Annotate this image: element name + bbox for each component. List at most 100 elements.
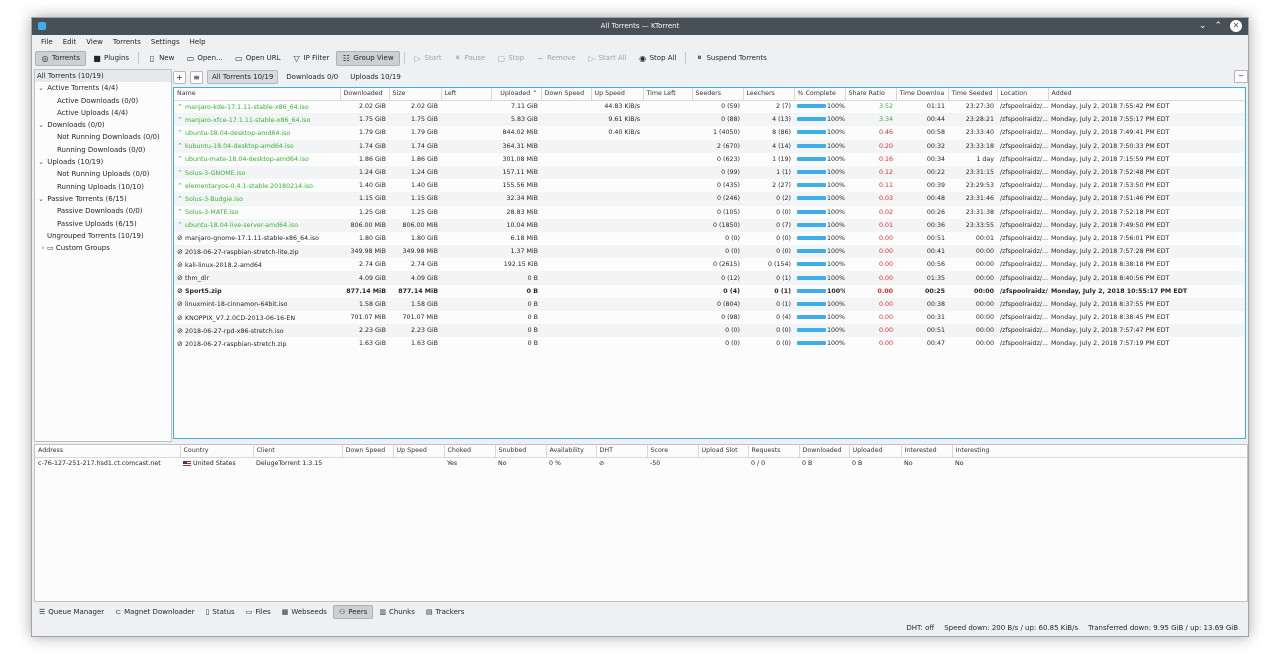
- peer-col-uploaded[interactable]: Uploaded: [849, 445, 902, 458]
- tab-files[interactable]: ▭ Files: [241, 606, 276, 618]
- group-active-torrents[interactable]: ⌄ Active Torrents (4/4): [35, 82, 171, 94]
- chevron-down-icon[interactable]: ⌄: [37, 82, 45, 94]
- group-running-downloads[interactable]: Running Downloads (0/0): [35, 144, 171, 156]
- group-active-downloads[interactable]: Active Downloads (0/0): [35, 95, 171, 107]
- peer-row[interactable]: c-76-127-251-217.hsd1.ct.comcast.net Uni…: [35, 457, 1247, 470]
- group-passive-uploads[interactable]: Passive Uploads (6/15): [35, 218, 171, 230]
- col-complete[interactable]: % Complete: [794, 88, 846, 101]
- col-share-ratio[interactable]: Share Ratio: [845, 88, 897, 101]
- torrent-row[interactable]: ⌃ manjaro-xfce-17.1.11-stable-x86_64.iso 1…: [174, 113, 1245, 127]
- minimize-icon[interactable]: ⌄: [1199, 20, 1207, 32]
- peer-col-upload-slot[interactable]: Upload Slot: [698, 445, 749, 458]
- col-added[interactable]: Added: [1048, 88, 1245, 101]
- peer-col-dht[interactable]: DHT: [596, 445, 648, 458]
- peer-col-address[interactable]: Address: [35, 445, 181, 458]
- group-running-uploads[interactable]: Running Uploads (10/10): [35, 181, 171, 193]
- group-ungrouped-torrents[interactable]: Ungrouped Torrents (10/19): [35, 230, 171, 242]
- torrent-row[interactable]: ⊘ KNOPPIX_V7.2.0CD-2013-06-16-EN 701.07 Mi…: [174, 311, 1245, 324]
- open-button[interactable]: ▭ Open...: [181, 52, 227, 65]
- chevron-down-icon[interactable]: ⌄: [37, 156, 45, 168]
- peer-col-requests[interactable]: Requests: [748, 445, 800, 458]
- tab-webseeds[interactable]: ▦ Webseeds: [277, 606, 332, 618]
- tab-chunks[interactable]: ▥ Chunks: [374, 606, 420, 618]
- group-not-running-downloads[interactable]: Not Running Downloads (0/0): [35, 131, 171, 143]
- tab-downloads[interactable]: Downloads 0/0: [282, 71, 342, 83]
- open-url-button[interactable]: ▭ Open URL: [230, 52, 286, 65]
- chevron-down-icon[interactable]: ⌄: [37, 119, 45, 131]
- tab-queue-manager[interactable]: ☰ Queue Manager: [34, 606, 109, 618]
- torrent-row[interactable]: ⌃ elementaryos-0.4.1-stable.20180214.iso 1…: [174, 179, 1245, 192]
- tab-all-torrents[interactable]: All Torrents 10/19: [207, 70, 279, 84]
- torrent-row[interactable]: ⌃ Solus-3-GNOME.iso 1.24 GiB 1.24 GiB 157.11…: [174, 165, 1245, 180]
- ip-filter-button[interactable]: ▽ IP Filter: [288, 52, 335, 65]
- torrent-row[interactable]: ⌃ ubuntu-18.04-desktop-amd64.iso 1.79 GiB 1…: [174, 126, 1245, 139]
- close-icon[interactable]: ✕: [1230, 20, 1242, 32]
- menu-settings[interactable]: Settings: [146, 38, 185, 46]
- col-uploaded[interactable]: Uploaded ⌃: [491, 88, 542, 101]
- remove-button[interactable]: − Remove: [531, 52, 580, 65]
- peer-col-up-speed[interactable]: Up Speed: [393, 445, 445, 458]
- torrent-row[interactable]: ⊘ kali-linux-2018.2-amd64 2.74 GiB 2.74 GiB…: [174, 258, 1245, 271]
- stop-all-button[interactable]: ◉ Stop All: [634, 52, 682, 65]
- tab-status[interactable]: ▯ Status: [201, 606, 240, 618]
- peer-col-country[interactable]: Country: [180, 445, 254, 458]
- torrent-row[interactable]: ⊘ 2018-06-27-rpd-x86-stretch.iso 2.23 GiB 2…: [174, 324, 1245, 338]
- group-uploads[interactable]: ⌄ Uploads (10/19): [35, 156, 171, 168]
- torrents-button[interactable]: ◎ Torrents: [35, 50, 86, 66]
- col-name[interactable]: Name: [174, 88, 341, 101]
- menu-view[interactable]: View: [81, 38, 108, 46]
- torrent-row[interactable]: ⌃ Solus-3-MATE.iso 1.25 GiB 1.25 GiB 28.83 M…: [174, 206, 1245, 219]
- col-seeders[interactable]: Seeders: [692, 88, 744, 101]
- menu-file[interactable]: File: [36, 38, 58, 46]
- torrent-row[interactable]: ⊘ 2018-06-27-raspbian-stretch.zip 1.63 GiB…: [174, 337, 1245, 350]
- peer-col-interested[interactable]: Interested: [901, 445, 953, 458]
- torrent-row[interactable]: ⌃ kubuntu-18.04-desktop-amd64.iso 1.74 GiB…: [174, 139, 1245, 153]
- tab-menu-button[interactable]: ≡: [190, 70, 203, 84]
- peer-col-snubbed[interactable]: Snubbed: [495, 445, 547, 458]
- peer-col-downloaded[interactable]: Downloaded: [799, 445, 850, 458]
- torrent-row[interactable]: ⌃ manjaro-kde-17.1.11-stable-x86_64.iso 2.…: [174, 100, 1245, 113]
- tab-peers[interactable]: ⚇ Peers: [332, 605, 374, 619]
- col-up-speed[interactable]: Up Speed: [591, 88, 644, 101]
- group-passive-torrents[interactable]: ⌄ Passive Torrents (6/15): [35, 193, 171, 205]
- close-tab-button[interactable]: −: [1234, 70, 1248, 83]
- title-bar[interactable]: All Torrents — KTorrent ⌄ ⌃ ✕: [32, 18, 1248, 35]
- maximize-icon[interactable]: ⌃: [1214, 20, 1222, 32]
- col-down-speed[interactable]: Down Speed: [541, 88, 592, 101]
- torrent-row[interactable]: ⊘ thm_dir 4.09 GiB 4.09 GiB 0 B0 (12) 0 (1) 10…: [174, 271, 1245, 285]
- torrent-row[interactable]: ⌃ ubuntu-18.04-live-server-amd64.iso 806.0…: [174, 218, 1245, 232]
- group-custom-groups[interactable]: › ▭ Custom Groups: [35, 242, 171, 254]
- group-not-running-uploads[interactable]: Not Running Uploads (0/0): [35, 168, 171, 180]
- peer-col-down-speed[interactable]: Down Speed: [342, 445, 394, 458]
- peer-col-interesting[interactable]: Interesting: [952, 445, 1247, 458]
- group-view-button[interactable]: ☷ Group View: [336, 50, 400, 66]
- torrent-row[interactable]: ⊘ manjaro-gnome-17.1.11-stable-x86_64.iso…: [174, 232, 1245, 245]
- add-tab-button[interactable]: +: [173, 70, 186, 84]
- col-location[interactable]: Location: [997, 88, 1049, 101]
- col-time-downloaded[interactable]: Time Downloa: [896, 88, 949, 101]
- plugins-button[interactable]: ■ Plugins: [88, 52, 134, 65]
- chevron-down-icon[interactable]: ⌄: [37, 193, 45, 205]
- col-leechers[interactable]: Leechers: [743, 88, 795, 101]
- col-time-seeded[interactable]: Time Seeded: [948, 88, 998, 101]
- col-downloaded[interactable]: Downloaded: [340, 88, 390, 101]
- group-downloads[interactable]: ⌄ Downloads (0/0): [35, 119, 171, 131]
- start-all-button[interactable]: ▷ Start All: [583, 52, 632, 65]
- start-button[interactable]: ▷ Start: [409, 52, 447, 65]
- peer-col-client[interactable]: Client: [253, 445, 343, 458]
- new-button[interactable]: ▯ New: [143, 52, 179, 65]
- peer-col-score[interactable]: Score: [647, 445, 699, 458]
- menu-torrents[interactable]: Torrents: [108, 38, 146, 46]
- menu-edit[interactable]: Edit: [58, 38, 82, 46]
- group-passive-downloads[interactable]: Passive Downloads (0/0): [35, 205, 171, 217]
- peer-col-availability[interactable]: Availability: [546, 445, 597, 458]
- col-time-left[interactable]: Time Left: [643, 88, 693, 101]
- tab-magnet-downloader[interactable]: ⊂ Magnet Downloader: [110, 606, 199, 618]
- torrent-row[interactable]: ⌃ Solus-3-Budgie.iso 1.15 GiB 1.15 GiB 32.34…: [174, 192, 1245, 206]
- group-active-uploads[interactable]: Active Uploads (4/4): [35, 107, 171, 119]
- menu-help[interactable]: Help: [185, 38, 211, 46]
- tab-trackers[interactable]: ▤ Trackers: [421, 606, 470, 618]
- stop-button[interactable]: ▢ Stop: [492, 52, 529, 65]
- group-all-torrents[interactable]: All Torrents (10/19): [35, 70, 171, 83]
- suspend-torrents-button[interactable]: ⏸ Suspend Torrents: [690, 51, 771, 65]
